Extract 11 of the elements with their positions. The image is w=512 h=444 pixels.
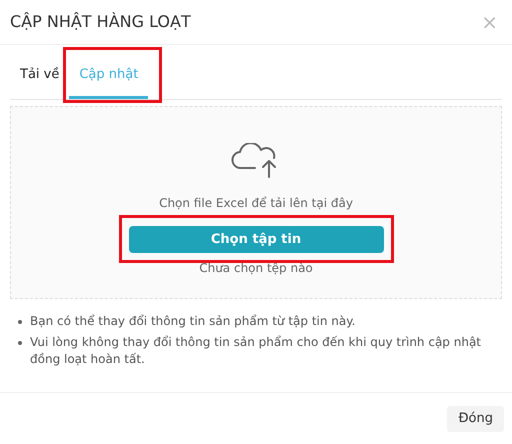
close-dialog-button[interactable]: Đóng	[447, 406, 504, 432]
dialog-title: CẬP NHẬT HÀNG LOẠT	[10, 11, 191, 33]
note-text: Bạn có thể thay đổi thông tin sản phẩm từ tập tin này.	[30, 313, 356, 330]
bullet-icon	[18, 341, 22, 345]
dropzone[interactable]: Chọn file Excel để tải lên tại đây Chọn tập tin Chưa chọn tệp nào	[10, 106, 502, 299]
bullet-icon	[18, 320, 22, 324]
choose-file-button[interactable]: Chọn tập tin	[128, 226, 384, 254]
note-text: Vui lòng không thay đổi thông tin sản phẩm cho đến khi quy trình cập nhật đồng loạt hoàn tất.	[30, 334, 482, 368]
file-status: Chưa chọn tệp nào	[199, 260, 313, 278]
dropzone-hint: Chọn file Excel để tải lên tại đây	[159, 195, 353, 212]
tab[interactable]: Tải về	[10, 61, 70, 99]
